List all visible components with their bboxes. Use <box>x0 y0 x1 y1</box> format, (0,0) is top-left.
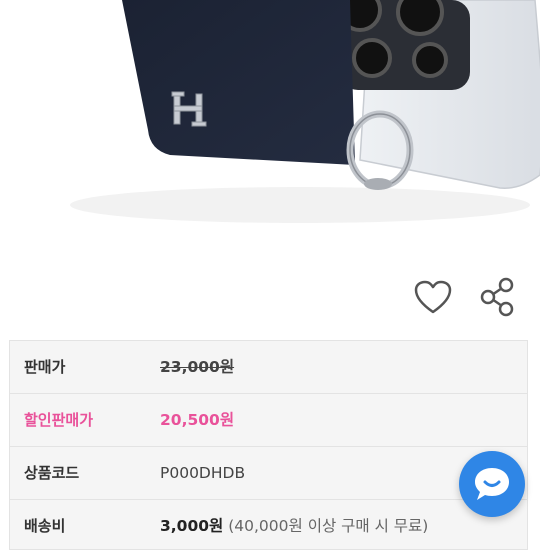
sale-price-label: 할인판매가 <box>24 411 94 429</box>
like-button[interactable] <box>409 273 457 321</box>
shipping-label: 배송비 <box>24 517 66 535</box>
share-icon <box>480 277 514 317</box>
shipping-note: (40,000원 이상 구매 시 무료) <box>228 517 429 535</box>
info-row-product-code: 상품코드 P000DHDB <box>10 447 527 500</box>
product-code-label: 상품코드 <box>24 464 80 482</box>
shipping-value: 3,000원 (40,000원 이상 구매 시 무료) <box>160 500 428 553</box>
chat-bubble-icon <box>475 468 509 500</box>
shipping-fee: 3,000원 <box>160 517 224 535</box>
product-image <box>0 0 540 265</box>
sale-price: 20,500원 <box>160 411 235 429</box>
heart-outline-icon <box>414 280 452 314</box>
info-row-shipping: 배송비 3,000원 (40,000원 이상 구매 시 무료) <box>10 500 527 553</box>
product-code: P000DHDB <box>160 464 246 482</box>
product-info-table: 판매가 23,000원 할인판매가 20,500원 상품코드 P000DHDB … <box>9 340 528 550</box>
chat-button[interactable] <box>459 451 525 517</box>
share-button[interactable] <box>473 273 521 321</box>
original-price: 23,000원 <box>160 358 235 376</box>
info-row-sale-price: 할인판매가 20,500원 <box>10 394 527 447</box>
price-label: 판매가 <box>24 358 66 376</box>
info-row-price: 판매가 23,000원 <box>10 341 527 394</box>
